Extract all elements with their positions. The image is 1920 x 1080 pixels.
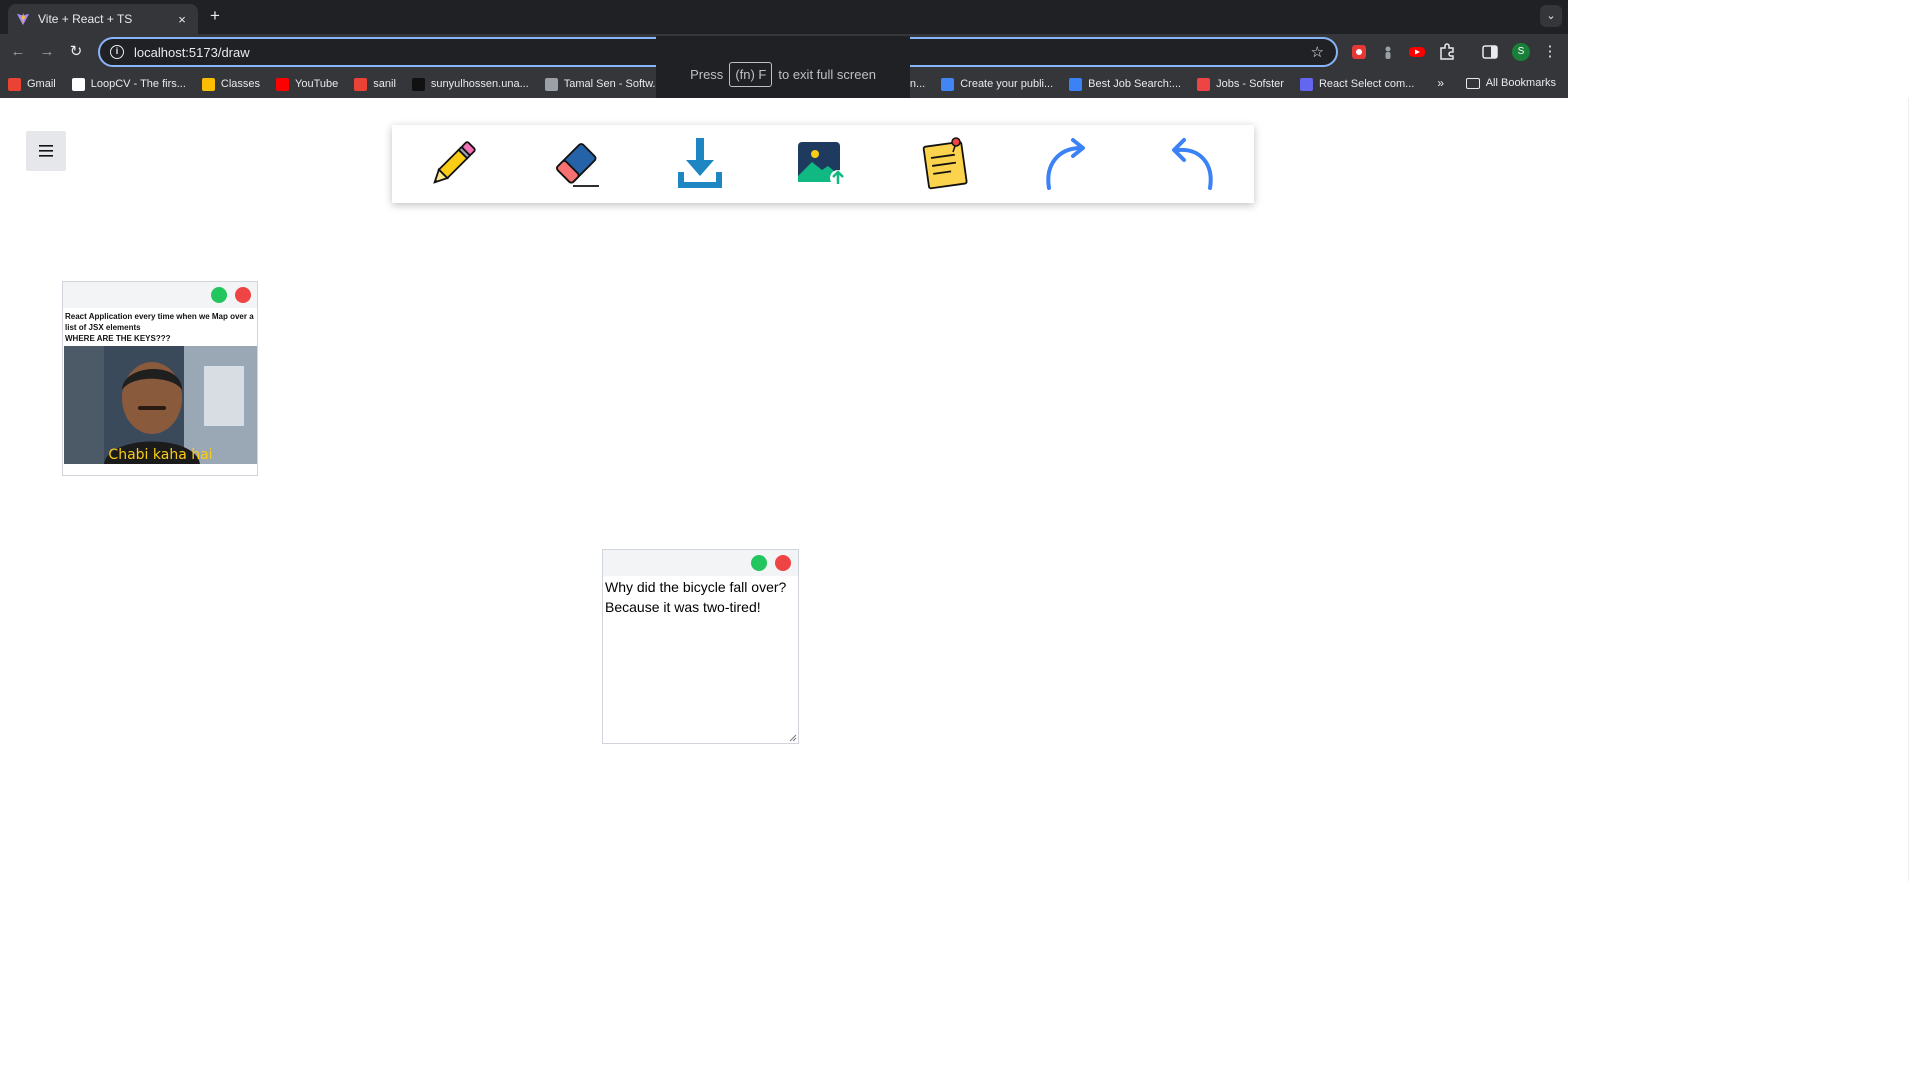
bookmark-favicon-icon [354,77,368,91]
page-scrollbar[interactable] [1908,98,1920,881]
extensions-puzzle-icon[interactable] [1438,43,1456,61]
bookmark-label: sunyulhossen.una... [430,78,529,90]
bookmark-favicon-icon [544,77,558,91]
fullscreen-toast: Press (fn) F to exit full screen [656,36,910,98]
eraser-tool-button[interactable] [547,135,607,193]
undo-arrow-icon [1172,138,1213,190]
all-bookmarks-button[interactable]: All Bookmarks [1465,77,1556,89]
bookmark-favicon-icon [411,77,425,91]
image-card[interactable]: React Application every time when we Map… [62,281,258,476]
bookmark-label: Jobs - Sofster [1216,78,1284,90]
resize-grip-icon[interactable] [789,734,797,742]
download-icon [678,138,722,188]
upload-image-tool-button[interactable] [792,135,852,193]
note-card[interactable]: Why did the bicycle fall over? Because i… [602,549,799,744]
vite-logo-icon [16,12,30,26]
side-panel-icon[interactable] [1481,43,1499,61]
note-card-green-button[interactable] [751,555,767,571]
bookmark-label: Tamal Sen - Softw... [563,78,662,90]
bookmark-favicon-icon [1197,77,1211,91]
bookmark-label: Best Job Search:... [1088,78,1182,90]
site-info-icon[interactable]: i [110,45,124,59]
note-card-red-button[interactable] [775,555,791,571]
eraser-icon [556,143,599,187]
bookmark-favicon-icon [1299,77,1313,91]
bookmark-favicon-icon [201,77,215,91]
image-card-header[interactable] [63,282,257,308]
drawing-toolbar [392,125,1254,203]
tab-title: Vite + React + TS [38,12,133,26]
bookmark-item[interactable]: Best Job Search:... [1069,77,1182,91]
bookmark-star-icon[interactable]: ☆ [1311,43,1324,61]
sticky-note-tool-button[interactable] [916,135,976,193]
meme-caption: React Application every time when we Map… [65,312,254,343]
extension-gray-icon[interactable] [1379,43,1397,61]
meme-subtitle: Chabi kaha hai [108,447,213,463]
url-text: localhost:5173/draw [134,44,250,60]
note-textarea[interactable]: Why did the bicycle fall over? Because i… [603,576,797,743]
back-arrow-icon[interactable]: ← [8,42,28,62]
tab-close-icon[interactable]: × [174,12,190,27]
bookmark-favicon-icon [941,77,955,91]
note-card-header[interactable] [603,550,798,576]
bookmark-item[interactable]: YouTube [276,77,339,91]
bookmark-label: Gmail [27,78,56,90]
pencil-icon [433,141,476,184]
all-bookmarks-label: All Bookmarks [1485,77,1556,89]
bookmark-favicon-icon [8,77,21,91]
redo-tool-button[interactable] [1037,135,1097,193]
bookmark-item[interactable]: sunyulhossen.una... [411,77,529,91]
image-card-green-button[interactable] [211,287,227,303]
bookmark-item[interactable]: Gmail [8,77,56,91]
fullscreen-toast-key: (fn) F [729,61,773,87]
bookmarks-overflow-icon[interactable]: » [1437,76,1444,90]
hamburger-icon [39,145,53,157]
bookmark-item[interactable]: Classes [201,77,261,91]
draw-page[interactable]: React Application every time when we Map… [0,98,1568,881]
bookmark-item[interactable]: Tamal Sen - Softw... [544,77,662,91]
bookmark-favicon-icon [276,77,290,91]
browser-tab[interactable]: Vite + React + TS × [8,4,198,34]
tab-search-chevron-icon[interactable]: ⌄ [1540,5,1562,27]
redo-arrow-icon [1046,138,1085,190]
folder-icon [1465,77,1480,89]
browser-menu-kebab-icon[interactable]: ⋮ [1540,42,1560,62]
extension-red-icon[interactable] [1350,43,1368,61]
download-tool-button[interactable] [670,135,730,193]
bookmark-favicon-icon [71,77,85,91]
bookmark-label: LoopCV - The firs... [90,78,186,90]
reload-icon[interactable]: ↻ [66,42,86,62]
image-card-red-button[interactable] [235,287,251,303]
extension-youtube-icon[interactable] [1408,43,1426,61]
image-upload-icon [798,142,846,186]
bookmark-label: sanil [373,78,396,90]
forward-arrow-icon[interactable]: → [37,42,57,62]
bookmark-label: React Select com... [1318,78,1415,90]
browser-tab-strip: Vite + React + TS × + ⌄ [0,0,1568,34]
bookmark-item[interactable]: sanil [354,77,396,91]
bookmark-item[interactable]: Create your publi... [941,77,1054,91]
bookmark-item[interactable]: Jobs - Sofster [1197,77,1284,91]
bookmark-favicon-icon [1069,77,1083,91]
bookmark-item[interactable]: LoopCV - The firs... [71,77,186,91]
sticky-note-icon [922,137,968,190]
new-tab-button[interactable]: + [204,6,226,28]
profile-avatar[interactable]: S [1512,43,1530,61]
fullscreen-toast-prefix: Press [690,66,724,82]
hamburger-menu-button[interactable] [26,131,66,171]
bookmark-label: Classes [220,78,261,90]
bookmark-label: YouTube [295,78,339,90]
meme-image: React Application every time when we Map… [64,309,257,464]
pencil-tool-button[interactable] [423,135,483,193]
bookmark-label: Create your publi... [960,78,1054,90]
fullscreen-toast-suffix: to exit full screen [778,66,876,82]
undo-tool-button[interactable] [1160,135,1220,193]
bookmark-item[interactable]: React Select com... [1299,77,1415,91]
